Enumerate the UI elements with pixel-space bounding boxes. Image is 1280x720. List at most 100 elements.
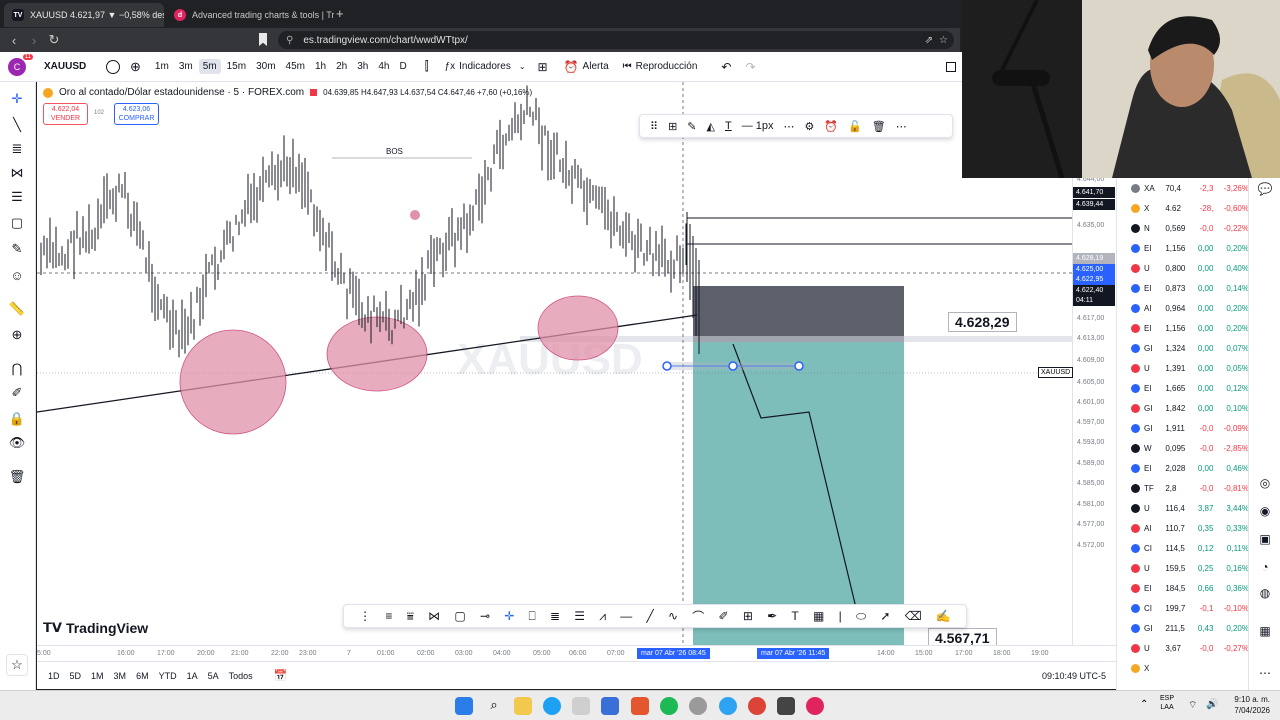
entry-price-tag[interactable]: 4.628,29 bbox=[948, 312, 1017, 332]
indicators-button[interactable]: Indicadores bbox=[459, 61, 511, 72]
watchlist-row[interactable]: GI 1,842 0,00 0,10% bbox=[1117, 398, 1249, 418]
edge-icon[interactable] bbox=[543, 697, 561, 715]
hide-icon[interactable]: 👁 bbox=[8, 434, 26, 452]
bookmark-icon[interactable] bbox=[259, 33, 267, 46]
ideas-icon[interactable]: ◉ bbox=[1257, 504, 1273, 520]
back-icon[interactable]: ‹ bbox=[4, 33, 24, 48]
add-symbol-icon[interactable]: ⊕ bbox=[130, 59, 141, 75]
notifications-icon[interactable]: ◔ bbox=[1257, 560, 1273, 576]
zoom-icon[interactable]: ⊕ bbox=[8, 326, 26, 344]
pen-icon[interactable]: ✒ bbox=[767, 609, 777, 623]
drag-handle-icon[interactable]: ⠿ bbox=[650, 120, 658, 133]
timeframe-D[interactable]: D bbox=[395, 59, 410, 74]
range-5D[interactable]: 5D bbox=[65, 671, 87, 681]
brave-icon[interactable] bbox=[631, 697, 649, 715]
reload-icon[interactable]: ↻ bbox=[44, 32, 64, 48]
undo-icon[interactable]: ↶ bbox=[721, 60, 731, 74]
url-input[interactable]: ⚲ es.tradingview.com/chart/wwdWTtpx/ ⇗ ☆ bbox=[278, 31, 954, 49]
watchlist-row[interactable]: CI 199,7 -0,1 -0,10% bbox=[1117, 598, 1249, 618]
watchlist-row[interactable]: N 0,569 -0,0 -0,22% bbox=[1117, 218, 1249, 238]
watchlist-row[interactable]: GI 1,324 0,00 0,07% bbox=[1117, 338, 1249, 358]
chrome-icon[interactable] bbox=[748, 697, 766, 715]
text-tool-icon[interactable]: T bbox=[791, 609, 798, 623]
symbol-description[interactable]: Oro al contado/Dólar estadounidense · 5 … bbox=[59, 87, 304, 98]
ellipse-icon[interactable]: ⬭ bbox=[856, 609, 866, 624]
windows-start-icon[interactable] bbox=[455, 697, 473, 715]
language-indicator[interactable]: ESP LAA bbox=[1160, 694, 1174, 712]
volume-icon[interactable]: 🔊 bbox=[1206, 699, 1218, 710]
watchlist-row[interactable]: TF 2,8 -0,0 -0,81% bbox=[1117, 478, 1249, 498]
range-1M[interactable]: 1M bbox=[86, 671, 109, 681]
chart-canvas[interactable]: XAUUSD BOS bbox=[37, 82, 1072, 645]
watchlist-row[interactable]: EI 2,028 0,00 0,46% bbox=[1117, 458, 1249, 478]
layout-grid-icon[interactable]: ⊞ bbox=[538, 60, 548, 74]
range-3M[interactable]: 3M bbox=[109, 671, 132, 681]
shapes-icon[interactable]: ▢ bbox=[8, 214, 26, 232]
forward-icon[interactable]: › bbox=[24, 33, 44, 48]
timeframe-2h[interactable]: 2h bbox=[332, 59, 351, 74]
crosshair-icon[interactable]: ✛ bbox=[8, 90, 26, 108]
telegram-icon[interactable] bbox=[719, 697, 737, 715]
calendar-icon[interactable]: ▣ bbox=[1257, 532, 1273, 548]
watchlist-row[interactable]: EI 0,873 0,00 0,14% bbox=[1117, 278, 1249, 298]
new-tab-icon[interactable]: + bbox=[336, 6, 344, 21]
watchlist-row[interactable]: X bbox=[1117, 658, 1249, 678]
watchlist-row[interactable]: GI 1,911 -0,0 -0,09% bbox=[1117, 418, 1249, 438]
range-6M[interactable]: 6M bbox=[131, 671, 154, 681]
timeframe-15m[interactable]: 15m bbox=[223, 59, 250, 74]
timeframe-3h[interactable]: 3h bbox=[353, 59, 372, 74]
ruler-icon[interactable]: 📏 bbox=[8, 300, 26, 318]
settings-icon[interactable]: ⚙ bbox=[805, 120, 815, 133]
watchlist-row[interactable]: EI 1,665 0,00 0,12% bbox=[1117, 378, 1249, 398]
watchlist-row[interactable]: U 116,4 3,87 3,44% bbox=[1117, 498, 1249, 518]
magnet-icon[interactable]: ⋂ bbox=[8, 360, 26, 378]
range-5A[interactable]: 5A bbox=[203, 671, 224, 681]
range-Todos[interactable]: Todos bbox=[224, 671, 258, 681]
pitchfork-icon[interactable]: ⋈ bbox=[428, 609, 440, 623]
fill-color-icon[interactable]: ◭ bbox=[707, 120, 715, 133]
watchlist-row[interactable]: EI 1,156 0,00 0,20% bbox=[1117, 238, 1249, 258]
line-style-icon[interactable]: ⋯ bbox=[784, 120, 795, 133]
watchlist-row[interactable]: X 4.62 -28, -0,60% bbox=[1117, 198, 1249, 218]
redo-icon[interactable]: ↷ bbox=[745, 60, 755, 74]
favorites-star-icon[interactable]: ☆ bbox=[6, 654, 28, 676]
target-icon[interactable]: ◎ bbox=[1257, 476, 1273, 492]
vertical-line-icon[interactable]: | bbox=[839, 609, 842, 623]
trend-line-icon[interactable]: ╲ bbox=[8, 116, 26, 134]
timeframe-4h[interactable]: 4h bbox=[374, 59, 393, 74]
highlighter-icon[interactable]: ✍ bbox=[936, 609, 951, 623]
watchlist-row[interactable]: EI 1,156 0,00 0,20% bbox=[1117, 318, 1249, 338]
watchlist-row[interactable]: U 0,800 0,00 0,40% bbox=[1117, 258, 1249, 278]
range-1A[interactable]: 1A bbox=[182, 671, 203, 681]
text-color-icon[interactable]: T bbox=[725, 120, 732, 132]
terminal-icon[interactable] bbox=[777, 697, 795, 715]
pattern-icon[interactable]: ⋈ bbox=[8, 164, 26, 182]
watchlist-row[interactable]: W 0,095 -0,0 -2,85% bbox=[1117, 438, 1249, 458]
path-icon[interactable]: ∿ bbox=[668, 609, 678, 623]
browser-tab-active[interactable]: TV XAUUSD 4.621,97 ▼ −0,58% des ✕ bbox=[4, 3, 164, 27]
spotify-icon[interactable] bbox=[660, 697, 678, 715]
utc-clock[interactable]: 09:10:49 UTC-5 bbox=[1042, 671, 1106, 681]
search-icon[interactable]: ⌕ bbox=[485, 697, 503, 715]
browser-tab[interactable]: d Advanced trading charts & tools | Tr ✕ bbox=[166, 3, 334, 27]
monitor-icon[interactable] bbox=[601, 697, 619, 715]
timeframe-45m[interactable]: 45m bbox=[282, 59, 309, 74]
avatar[interactable]: C 11 bbox=[8, 53, 33, 76]
prediction-icon[interactable]: ☰ bbox=[8, 188, 26, 206]
pencil-icon[interactable]: ✎ bbox=[687, 120, 696, 133]
tradingview-app-icon[interactable] bbox=[806, 697, 824, 715]
timeframe-5m[interactable]: 5m bbox=[198, 59, 221, 74]
chevron-up-icon[interactable]: ⌃ bbox=[1140, 699, 1148, 710]
site-info-icon[interactable]: ⚲ bbox=[286, 35, 293, 46]
rectangle-icon[interactable]: ▢ bbox=[454, 609, 465, 623]
chevron-down-icon[interactable]: ⌄ bbox=[519, 62, 526, 71]
fib-channel-icon[interactable]: ⩸ bbox=[407, 609, 414, 624]
eraser-icon[interactable]: ⌫ bbox=[905, 609, 922, 623]
app-icon[interactable] bbox=[689, 697, 707, 715]
trend-line-icon[interactable]: ╱ bbox=[647, 609, 654, 623]
system-clock[interactable]: 9:10 a. m. 7/04/2026 bbox=[1234, 694, 1270, 716]
timeframe-1m[interactable]: 1m bbox=[151, 59, 173, 74]
wifi-icon[interactable]: ⌔ bbox=[1188, 699, 1197, 712]
stream-icon[interactable]: ◍ bbox=[1257, 586, 1273, 602]
timeframe-1h[interactable]: 1h bbox=[311, 59, 330, 74]
